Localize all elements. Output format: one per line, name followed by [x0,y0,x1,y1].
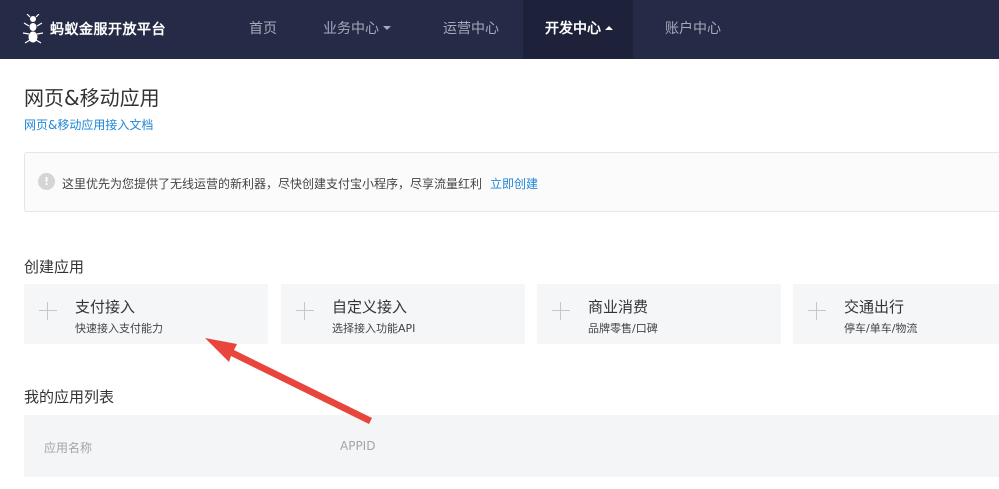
brand[interactable]: 蚂蚁金服开放平台 [22,14,166,44]
card-transport[interactable]: 交通出行 停车/单车/物流 [793,284,999,344]
column-header-app-name: 应用名称 [44,441,93,455]
nav-item-home[interactable]: 首页 [249,0,277,59]
card-subtitle: 选择接入功能API [332,322,416,335]
nav-item-business[interactable]: 业务中心 [323,0,391,59]
card-commerce[interactable]: 商业消费 品牌零售/口碑 [537,284,781,344]
create-now-link[interactable]: 立即创建 [490,175,538,192]
nav-item-label: 账户中心 [665,21,721,37]
card-custom-access[interactable]: 自定义接入 选择接入功能API [281,284,525,344]
card-title: 交通出行 [844,298,905,316]
card-subtitle: 停车/单车/物流 [844,322,918,335]
nav-item-label: 开发中心 [545,21,601,37]
nav-item-label: 运营中心 [443,21,499,37]
nav-item-developer[interactable]: 开发中心 [523,0,633,59]
nav-item-label: 业务中心 [323,21,379,37]
notice-banner: ! 这里优先为您提供了无线运营的新利器，尽快创建支付宝小程序，尽享流量红利 立即… [24,152,999,212]
plus-icon [807,301,827,321]
plus-icon [551,301,571,321]
caret-up-icon [605,26,613,30]
top-navbar: 蚂蚁金服开放平台 首页 业务中心 运营中心 开发中心 账户中心 [0,0,999,59]
caret-down-icon [383,26,391,30]
ant-logo-icon [22,14,44,44]
column-header-appid: APPID [340,439,376,453]
card-subtitle: 品牌零售/口碑 [588,322,658,335]
page-title: 网页&移动应用 [24,86,160,110]
doc-link[interactable]: 网页&移动应用接入文档 [24,116,153,133]
nav-item-label: 首页 [249,21,277,37]
brand-name: 蚂蚁金服开放平台 [50,22,166,38]
app-table-header: 应用名称 APPID [24,415,999,477]
card-subtitle: 快速接入支付能力 [75,322,163,335]
info-icon: ! [38,173,55,190]
card-title: 商业消费 [588,298,649,316]
plus-icon [295,301,315,321]
plus-icon [38,301,58,321]
app-list-heading: 我的应用列表 [24,388,115,406]
nav-item-operations[interactable]: 运营中心 [443,0,499,59]
nav-item-account[interactable]: 账户中心 [665,0,721,59]
create-app-heading: 创建应用 [24,258,85,276]
notice-text: 这里优先为您提供了无线运营的新利器，尽快创建支付宝小程序，尽享流量红利 [62,177,483,191]
card-title: 支付接入 [75,298,136,316]
card-payment-access[interactable]: 支付接入 快速接入支付能力 [24,284,268,344]
card-title: 自定义接入 [332,298,408,316]
